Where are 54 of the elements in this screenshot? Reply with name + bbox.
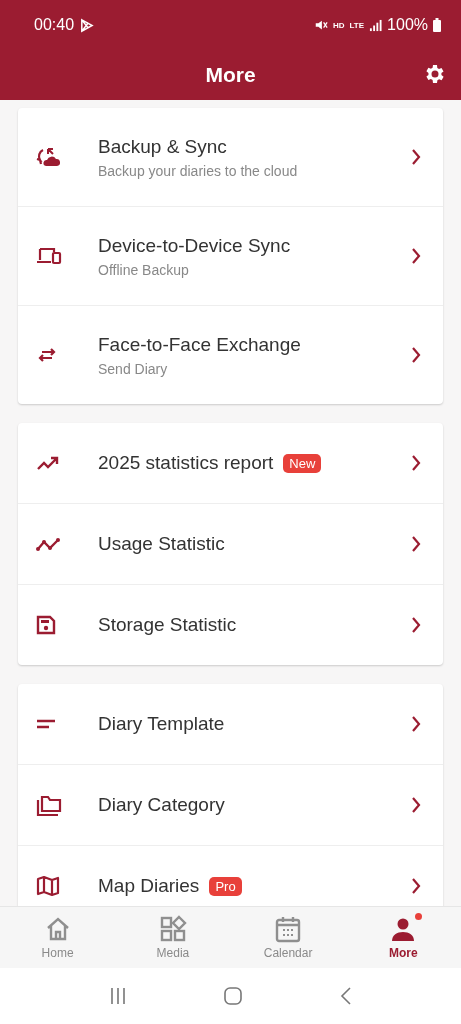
item-tag: New	[283, 453, 322, 473]
recents-icon	[108, 987, 127, 1005]
menu-item[interactable]: Usage Statistic	[18, 503, 443, 584]
item-title: Map Diaries	[98, 875, 200, 897]
calendar-icon	[274, 915, 303, 943]
save-icon	[36, 615, 56, 635]
shapes-icon	[158, 915, 187, 943]
chevron-right-icon	[411, 878, 421, 894]
mute-icon	[314, 18, 328, 32]
menu-item[interactable]: Diary Template	[18, 684, 443, 764]
back-icon	[340, 987, 353, 1005]
item-title: 2025 statistics report	[98, 452, 274, 474]
item-title: Device-to-Device Sync	[98, 234, 291, 257]
item-title: Backup & Sync	[98, 135, 227, 158]
page-title: More	[205, 63, 256, 87]
chevron-right-icon	[411, 248, 421, 264]
chevron-right-icon	[411, 617, 421, 633]
line-chart-icon	[36, 536, 60, 552]
short-text-icon	[36, 719, 56, 729]
network-label: HD	[333, 20, 345, 30]
trending-up-icon	[36, 455, 60, 471]
menu-item[interactable]: Backup & Sync Backup your diaries to the cloud	[18, 108, 443, 206]
battery-percent: 100%	[387, 16, 428, 34]
devices-icon	[36, 246, 62, 266]
item-title: Diary Category	[98, 794, 225, 816]
chevron-right-icon	[411, 797, 421, 813]
menu-item[interactable]: Face-to-Face Exchange Send Diary	[18, 305, 443, 404]
chevron-right-icon	[411, 455, 421, 471]
item-title: Diary Template	[98, 713, 225, 735]
item-title: Face-to-Face Exchange	[98, 333, 301, 356]
item-subtitle: Send Diary	[98, 360, 169, 377]
menu-item[interactable]: Device-to-Device Sync Offline Backup	[18, 206, 443, 305]
cloud-sync-icon	[36, 146, 62, 168]
network-label: LTE	[349, 20, 365, 30]
play-store-icon	[79, 17, 95, 33]
item-title: Storage Statistic	[98, 614, 237, 636]
menu-item[interactable]: 2025 statistics report New	[18, 423, 443, 503]
chevron-right-icon	[411, 536, 421, 552]
menu-item[interactable]: Storage Statistic	[18, 584, 443, 665]
signal-icon	[369, 18, 383, 32]
menu-item[interactable]: Diary Category	[18, 764, 443, 845]
chevron-right-icon	[411, 149, 421, 165]
status-time: 00:40	[34, 16, 75, 34]
nav-tab[interactable]: More	[345, 907, 461, 968]
item-tag: Pro	[209, 876, 242, 896]
item-subtitle: Offline Backup	[98, 261, 190, 278]
map-icon	[36, 875, 60, 897]
item-title: Usage Statistic	[98, 533, 225, 555]
item-subtitle: Backup your diaries to the cloud	[98, 162, 299, 179]
chevron-right-icon	[411, 347, 421, 363]
battery-icon	[433, 18, 441, 32]
swap-arrows-icon	[36, 347, 58, 363]
chevron-right-icon	[411, 716, 421, 732]
folders-icon	[36, 793, 62, 817]
